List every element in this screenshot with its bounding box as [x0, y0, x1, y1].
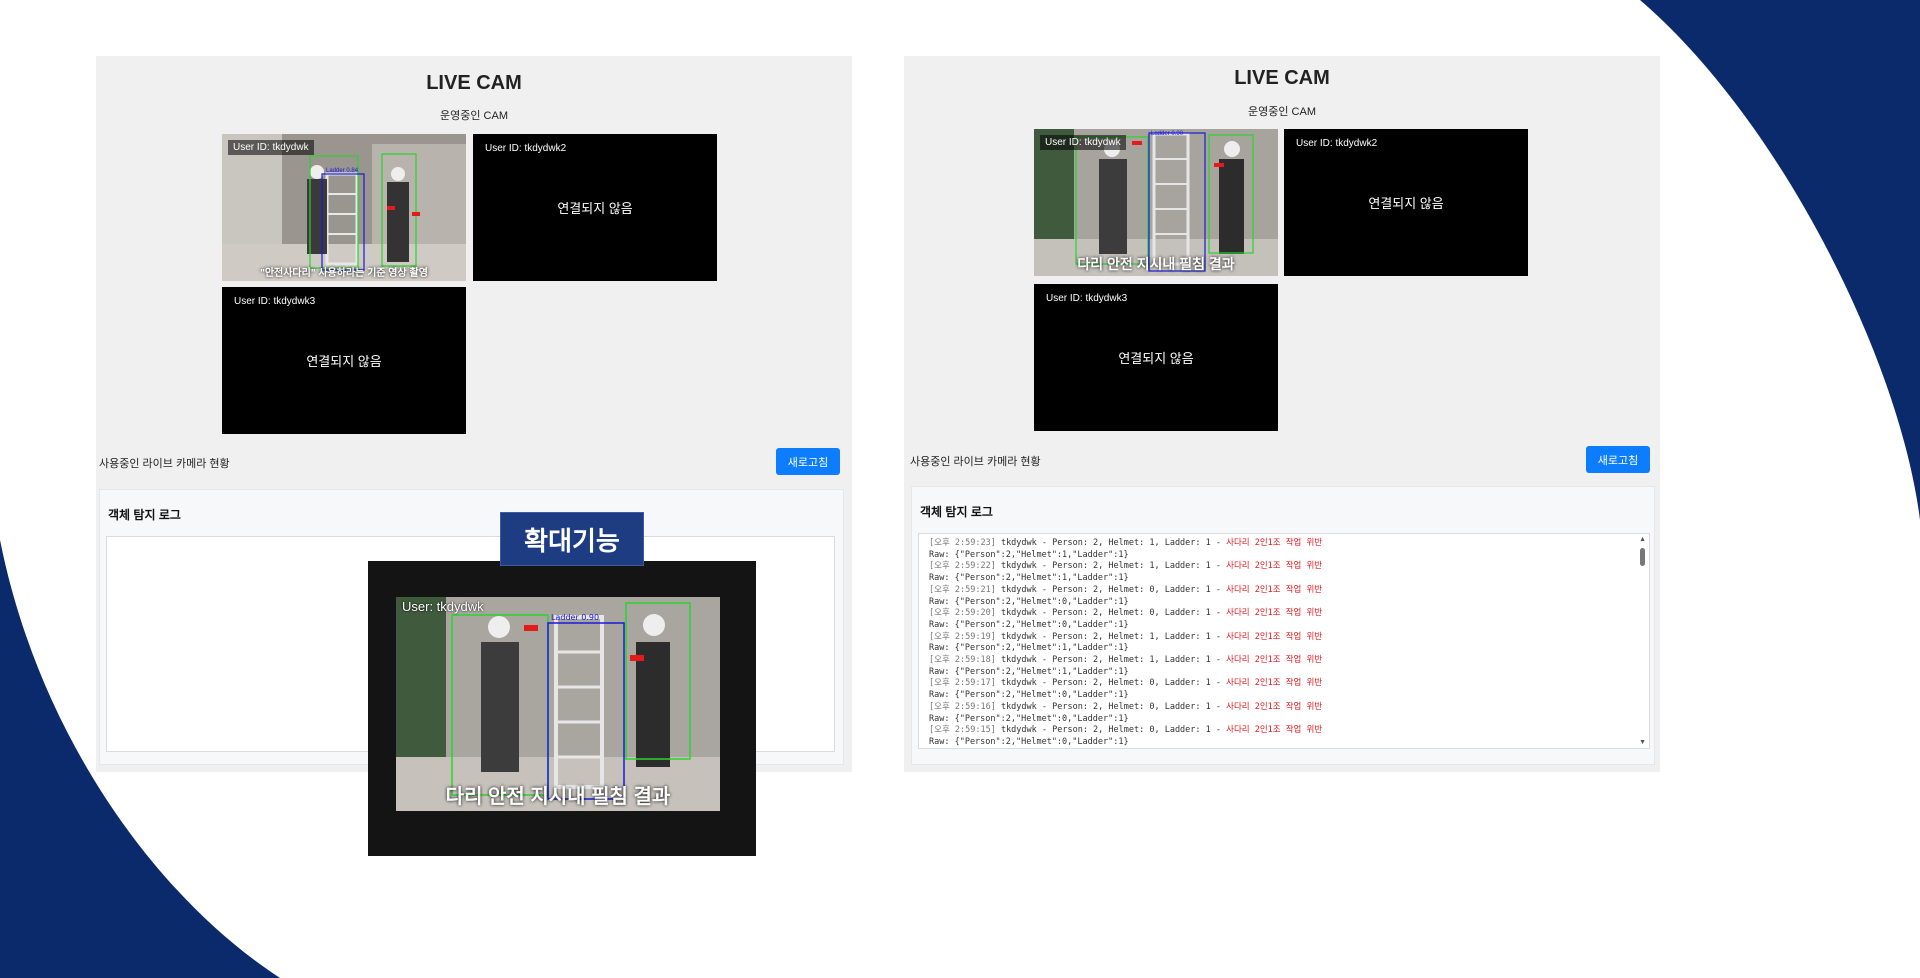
- camera-feed-1[interactable]: Ladder 0.90 User ID: tkdydwk 다리 안전 지시내 필…: [1034, 129, 1278, 276]
- detection-log-section: 객체 탐지 로그 [오후 2:59:23] tkdydwk - Person: …: [911, 486, 1655, 765]
- log-entry: [오후 2:59:17] tkdydwk - Person: 2, Helmet…: [929, 678, 1322, 690]
- log-warning: 사다리 2인1조 작업 위반: [1226, 631, 1323, 642]
- camera-caption: 다리 안전 지시내 필침 결과: [1077, 256, 1235, 272]
- svg-text:Ladder 0.84: Ladder 0.84: [326, 168, 359, 174]
- log-raw: Raw: {"Person":2,"Helmet":0,"Ladder":1}: [929, 736, 1129, 747]
- zoomed-camera-feed: Ladder 0.90 User: tkdydwk 다리 안전 지시내 필침 결…: [396, 597, 720, 811]
- log-text: tkdydwk - Person: 2, Helmet: 0, Ladder: …: [995, 584, 1227, 595]
- camera-feed-3[interactable]: User ID: tkdydwk3 연결되지 않음: [222, 287, 466, 434]
- camera-scene: Ladder 0.84: [222, 134, 466, 281]
- page-subtitle: 운영중인 CAM: [440, 110, 508, 122]
- camera-status: 연결되지 않음: [306, 354, 382, 369]
- log-timestamp: [오후 2:59:17]: [929, 678, 996, 689]
- log-raw: Raw: {"Person":2,"Helmet":0,"Ladder":1}: [929, 596, 1129, 607]
- log-raw: Raw: {"Person":2,"Helmet":1,"Ladder":1}: [929, 573, 1129, 584]
- log-entry: [오후 2:59:21] tkdydwk - Person: 2, Helmet…: [929, 585, 1322, 597]
- log-timestamp: [오후 2:59:23]: [929, 538, 996, 548]
- log-timestamp: [오후 2:59:18]: [929, 655, 996, 666]
- log-raw: Raw: {"Person":2,"Helmet":0,"Ladder":1}: [929, 713, 1129, 724]
- log-timestamp: [오후 2:59:20]: [929, 608, 996, 619]
- zoom-feature-label: 확대기능: [500, 512, 644, 566]
- log-entries: [오후 2:59:23] tkdydwk - Person: 2, Helmet…: [929, 538, 1322, 748]
- log-text: tkdydwk - Person: 2, Helmet: 0, Ladder: …: [995, 701, 1227, 712]
- page-title: LIVE CAM: [1234, 67, 1330, 89]
- camera-status-caption: 사용중인 라이브 카메라 현황: [910, 456, 1041, 468]
- camera-status-caption: 사용중인 라이브 카메라 현황: [99, 458, 230, 470]
- log-timestamp: [오후 2:59:15]: [929, 725, 996, 736]
- log-timestamp: [오후 2:59:16]: [929, 701, 996, 712]
- log-warning: 사다리 2인1조 작업 위반: [1226, 561, 1323, 572]
- log-text: tkdydwk - Person: 2, Helmet: 0, Ladder: …: [995, 725, 1227, 736]
- log-warning: 사다리 2인1조 작업 위반: [1226, 538, 1323, 548]
- log-raw: Raw: {"Person":2,"Helmet":1,"Ladder":1}: [929, 643, 1129, 654]
- camera-user-id: User ID: tkdydwk: [1040, 135, 1126, 150]
- camera-user-id: User ID: tkdydwk: [228, 140, 314, 155]
- detection-log-box[interactable]: [오후 2:59:23] tkdydwk - Person: 2, Helmet…: [918, 533, 1650, 749]
- zoom-caption: 다리 안전 지시내 필침 결과: [445, 786, 671, 808]
- camera-user-id: User ID: tkdydwk3: [234, 296, 316, 307]
- zoom-preview[interactable]: Ladder 0.90 User: tkdydwk 다리 안전 지시내 필침 결…: [368, 561, 756, 856]
- refresh-button[interactable]: 새로고침: [1586, 446, 1650, 473]
- svg-text:Ladder 0.90: Ladder 0.90: [1151, 131, 1184, 137]
- camera-status: 연결되지 않음: [557, 201, 633, 216]
- camera-user-id: User ID: tkdydwk2: [1296, 138, 1378, 149]
- log-timestamp: [오후 2:59:21]: [929, 584, 996, 595]
- log-timestamp: [오후 2:59:19]: [929, 631, 996, 642]
- page-subtitle: 운영중인 CAM: [1248, 106, 1316, 118]
- log-text: tkdydwk - Person: 2, Helmet: 1, Ladder: …: [995, 561, 1227, 572]
- log-entry: [오후 2:59:18] tkdydwk - Person: 2, Helmet…: [929, 655, 1322, 667]
- log-timestamp: [오후 2:59:22]: [929, 561, 996, 572]
- log-text: tkdydwk - Person: 2, Helmet: 1, Ladder: …: [995, 655, 1227, 666]
- scroll-up-arrow-icon[interactable]: ▲: [1639, 536, 1646, 543]
- scroll-down-arrow-icon[interactable]: ▼: [1639, 739, 1646, 746]
- log-warning: 사다리 2인1조 작업 위반: [1226, 584, 1323, 595]
- log-warning: 사다리 2인1조 작업 위반: [1226, 725, 1323, 736]
- log-warning: 사다리 2인1조 작업 위반: [1226, 678, 1323, 689]
- log-title: 객체 탐지 로그: [108, 508, 181, 522]
- log-text: tkdydwk - Person: 2, Helmet: 1, Ladder: …: [995, 538, 1227, 548]
- log-entry: [오후 2:59:15] tkdydwk - Person: 2, Helmet…: [929, 725, 1322, 737]
- log-warning: 사다리 2인1조 작업 위반: [1226, 608, 1323, 619]
- log-text: tkdydwk - Person: 2, Helmet: 1, Ladder: …: [995, 631, 1227, 642]
- log-entry: [오후 2:59:22] tkdydwk - Person: 2, Helmet…: [929, 561, 1322, 573]
- log-entry: [오후 2:59:20] tkdydwk - Person: 2, Helmet…: [929, 608, 1322, 620]
- camera-status: 연결되지 않음: [1368, 196, 1444, 211]
- log-raw: Raw: {"Person":2,"Helmet":1,"Ladder":1}: [929, 549, 1129, 560]
- camera-status: 연결되지 않음: [1118, 351, 1194, 366]
- refresh-button[interactable]: 새로고침: [776, 448, 840, 475]
- zoomed-camera-scene: Ladder 0.90: [396, 597, 720, 811]
- camera-feed-2[interactable]: User ID: tkdydwk2 연결되지 않음: [473, 134, 717, 281]
- log-raw: Raw: {"Person":2,"Helmet":0,"Ladder":1}: [929, 619, 1129, 630]
- camera-user-id: User ID: tkdydwk2: [485, 143, 567, 154]
- log-warning: 사다리 2인1조 작업 위반: [1226, 701, 1323, 712]
- log-text: tkdydwk - Person: 2, Helmet: 0, Ladder: …: [995, 678, 1227, 689]
- log-entry: [오후 2:59:16] tkdydwk - Person: 2, Helmet…: [929, 702, 1322, 714]
- log-entry: [오후 2:59:19] tkdydwk - Person: 2, Helmet…: [929, 632, 1322, 644]
- scrollbar-thumb[interactable]: [1640, 548, 1645, 566]
- live-cam-panel-right: LIVE CAM 운영중인 CAM Ladder 0.90 User ID: t…: [904, 56, 1660, 772]
- svg-text:Ladder 0.90: Ladder 0.90: [551, 613, 599, 622]
- log-text: tkdydwk - Person: 2, Helmet: 0, Ladder: …: [995, 608, 1227, 619]
- page-title: LIVE CAM: [426, 72, 522, 94]
- log-warning: 사다리 2인1조 작업 위반: [1226, 655, 1323, 666]
- zoom-user-label: User: tkdydwk: [402, 599, 484, 614]
- log-entry: [오후 2:59:23] tkdydwk - Person: 2, Helmet…: [929, 538, 1322, 550]
- camera-user-id: User ID: tkdydwk3: [1046, 293, 1128, 304]
- camera-feed-1[interactable]: Ladder 0.84 User ID: tkdydwk "안전사다리" 사용하…: [222, 134, 466, 281]
- log-raw: Raw: {"Person":2,"Helmet":1,"Ladder":1}: [929, 666, 1129, 677]
- camera-feed-2[interactable]: User ID: tkdydwk2 연결되지 않음: [1284, 129, 1528, 276]
- camera-feed-3[interactable]: User ID: tkdydwk3 연결되지 않음: [1034, 284, 1278, 431]
- log-raw: Raw: {"Person":2,"Helmet":0,"Ladder":1}: [929, 690, 1129, 701]
- camera-caption: "안전사다리" 사용하라는 기준 영상 촬영: [260, 268, 428, 279]
- log-title: 객체 탐지 로그: [920, 505, 993, 519]
